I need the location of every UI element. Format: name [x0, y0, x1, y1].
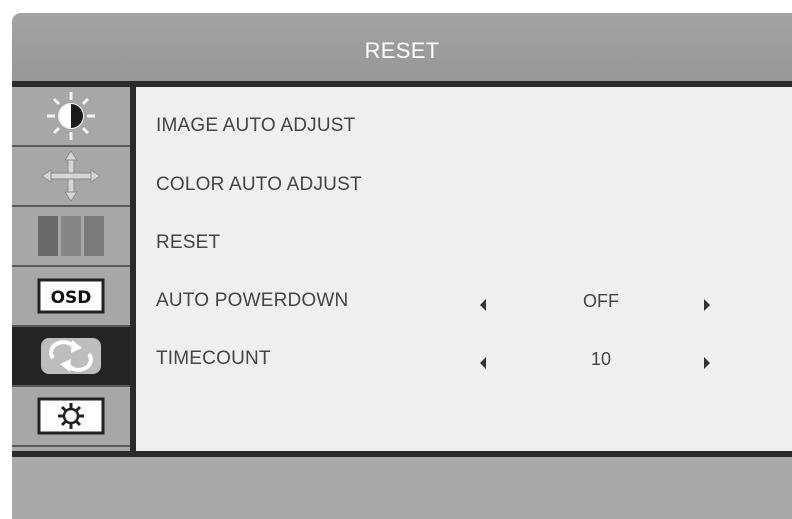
reset-arrows-icon: [41, 338, 101, 374]
menu-item-auto-powerdown[interactable]: AUTO POWERDOWN: [156, 290, 348, 320]
tab-picture[interactable]: [12, 87, 130, 147]
osd-menu-window: RESET OSD IMAGE AUTO ADJUST COLOR AUTO A…: [12, 13, 792, 519]
tab-osd[interactable]: OSD: [12, 267, 130, 327]
auto-powerdown-value: OFF: [583, 291, 619, 311]
sidebar: OSD: [12, 87, 136, 451]
menu-item-color-auto-adjust[interactable]: COLOR AUTO ADJUST: [156, 174, 362, 204]
timecount-value: 10: [590, 349, 612, 369]
menu-item-timecount[interactable]: TIMECOUNT: [156, 348, 271, 378]
decrease-arrow-icon[interactable]: [480, 299, 486, 311]
title-bar: RESET: [12, 13, 792, 81]
menu-item-image-auto-adjust[interactable]: IMAGE AUTO ADJUST: [156, 115, 355, 145]
brightness-contrast-icon: [47, 92, 95, 140]
osd-icon: OSD: [37, 278, 105, 314]
increase-arrow-icon[interactable]: [704, 299, 710, 311]
menu-content: IMAGE AUTO ADJUST COLOR AUTO ADJUST RESE…: [136, 87, 792, 451]
menu-title: RESET: [364, 38, 440, 63]
settings-gear-icon: [37, 397, 105, 435]
tab-reset[interactable]: [12, 327, 130, 387]
footer-bar: [12, 457, 792, 519]
increase-arrow-icon[interactable]: [704, 357, 710, 369]
color-bars-icon: [38, 216, 104, 256]
svg-text:OSD: OSD: [51, 288, 92, 308]
position-arrows-icon: [41, 150, 101, 202]
decrease-arrow-icon[interactable]: [480, 357, 486, 369]
tab-position[interactable]: [12, 147, 130, 207]
tab-color[interactable]: [12, 207, 130, 267]
menu-item-reset[interactable]: RESET: [156, 232, 220, 262]
tab-settings[interactable]: [12, 387, 130, 447]
